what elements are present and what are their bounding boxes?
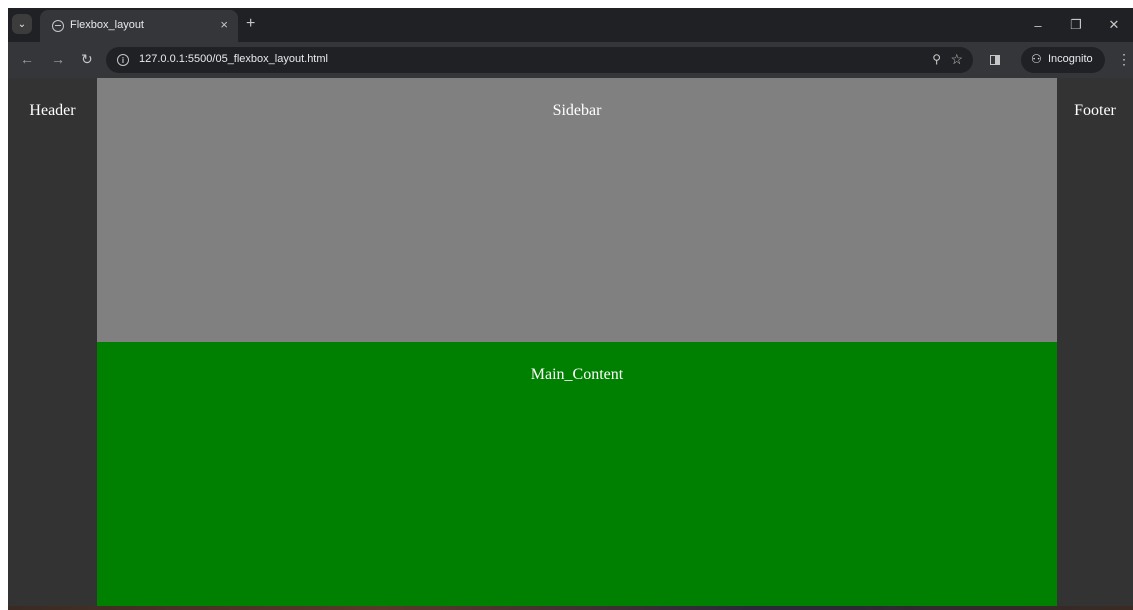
tab-flexbox-layout[interactable]: Flexbox_layout ×	[40, 10, 238, 42]
tab-title: Flexbox_layout	[70, 19, 144, 31]
sidebar-label: Sidebar	[552, 102, 602, 119]
back-arrow-icon[interactable]: ←	[20, 51, 34, 67]
globe-icon	[52, 20, 64, 32]
zoom-icon[interactable]: ⚲	[932, 52, 941, 66]
header-label: Header	[29, 102, 76, 119]
sidebar-block: Sidebar	[97, 78, 1057, 342]
incognito-button[interactable]: ⚇ Incognito	[1021, 47, 1105, 73]
footer-block: Footer	[1057, 78, 1133, 606]
address-bar[interactable]: i 127.0.0.1:5500/05_flexbox_layout.html …	[106, 47, 973, 73]
restore-icon[interactable]: ❐	[1057, 8, 1095, 42]
url-text[interactable]: 127.0.0.1:5500/05_flexbox_layout.html	[139, 53, 328, 65]
browser-toolbar: ← → ↻ i 127.0.0.1:5500/05_flexbox_layout…	[8, 42, 1133, 78]
close-icon[interactable]: ×	[220, 17, 228, 32]
plus-icon[interactable]: +	[246, 14, 255, 34]
main-content-block: Main_Content	[97, 342, 1057, 606]
side-panel-icon[interactable]	[990, 55, 1000, 65]
info-icon[interactable]: i	[117, 54, 129, 66]
browser-window: ⌄ Flexbox_layout × + – ❐ ✕ ← → ↻ i 127.0…	[8, 8, 1133, 610]
kebab-menu-icon[interactable]: ⋮	[1117, 51, 1131, 68]
header-block: Header	[8, 78, 97, 606]
incognito-label: Incognito	[1048, 53, 1093, 65]
window-close-icon[interactable]: ✕	[1095, 8, 1133, 42]
window-controls: – ❐ ✕	[1019, 8, 1133, 42]
page-viewport: Header Sidebar Main_Content Footer	[8, 78, 1133, 606]
footer-label: Footer	[1074, 102, 1116, 119]
incognito-icon: ⚇	[1031, 52, 1042, 66]
main-content-label: Main_Content	[530, 366, 624, 383]
forward-arrow-icon[interactable]: →	[51, 51, 65, 67]
reload-icon[interactable]: ↻	[81, 51, 93, 68]
taskbar-edge	[8, 606, 1133, 610]
tab-strip: ⌄ Flexbox_layout × + – ❐ ✕	[8, 8, 1133, 42]
tab-search-icon[interactable]: ⌄	[12, 14, 32, 34]
star-icon[interactable]: ☆	[950, 51, 963, 68]
minimize-icon[interactable]: –	[1019, 8, 1057, 42]
